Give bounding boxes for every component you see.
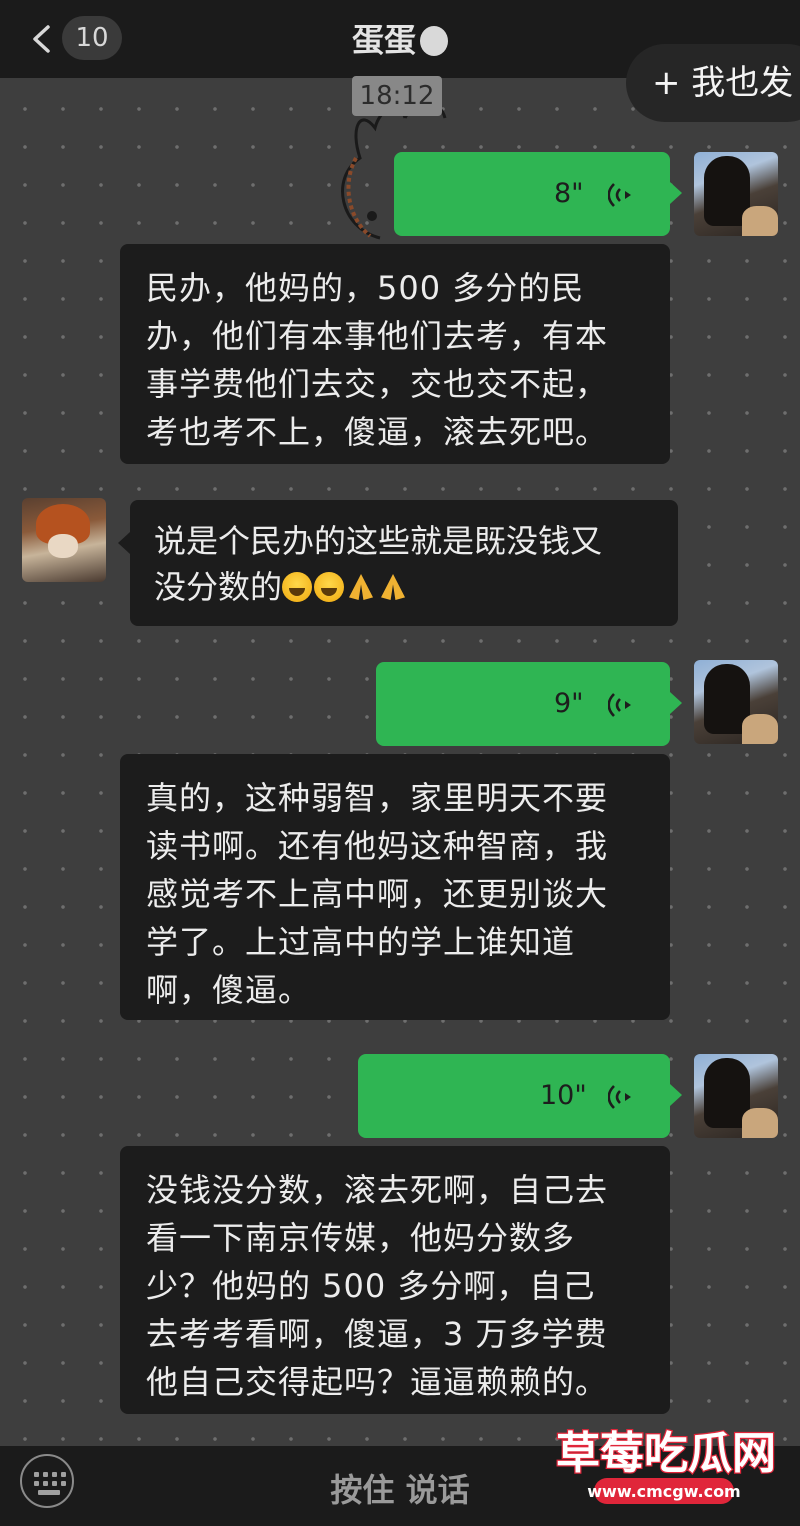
watermark-title: 草莓吃瓜网 — [556, 1428, 776, 1479]
message-text-line: 说是个民办的这些就是既没钱又 — [154, 522, 603, 560]
voice-duration: 10" — [540, 1080, 587, 1111]
my-avatar[interactable] — [694, 1054, 778, 1138]
message-timestamp: 18:12 — [352, 76, 442, 116]
contact-name: 蛋蛋 — [351, 21, 416, 59]
more-options-icon[interactable] — [724, 36, 764, 51]
voice-wave-icon — [608, 1085, 631, 1109]
voice-duration: 8" — [554, 178, 584, 209]
loudly-crying-face-icon — [282, 572, 313, 602]
voice-message-bubble[interactable]: 8" — [394, 152, 682, 236]
message-text-line: 没分数的 — [154, 564, 658, 610]
voice-wave-icon — [608, 693, 631, 717]
folded-hands-icon — [378, 572, 408, 602]
watermark-url: www.cmcgw.com — [587, 1482, 740, 1501]
message-text-line-2: 没分数的 — [154, 568, 283, 606]
voice-message-bubble[interactable]: 9" — [376, 662, 682, 746]
received-message-bubble[interactable]: 说是个民办的这些就是既没钱又 没分数的 — [118, 500, 678, 626]
site-watermark-logo: 草莓吃瓜网 www.cmcgw.com — [555, 1427, 777, 1504]
my-avatar[interactable] — [694, 660, 778, 744]
voice-wave-icon — [608, 183, 631, 207]
contact-avatar[interactable] — [22, 498, 106, 582]
status-dot-icon — [420, 26, 448, 56]
voice-transcript-bubble: 真的，这种弱智，家里明天不要 读书啊。还有他妈这种智商，我 感觉考不上高中啊，还… — [120, 754, 670, 1020]
voice-transcript-bubble: 没钱没分数，滚去死啊，自己去 看一下南京传媒，他妈分数多 少？他妈的 500 多… — [120, 1146, 670, 1414]
loudly-crying-face-icon — [314, 572, 345, 602]
voice-duration: 9" — [554, 688, 584, 719]
voice-message-bubble[interactable]: 10" — [358, 1054, 682, 1138]
voice-transcript-bubble: 民办，他妈的，500 多分的民 办，他们有本事他们去考，有本 事学费他们去交，交… — [120, 244, 670, 464]
my-avatar[interactable] — [694, 152, 778, 236]
folded-hands-icon — [346, 572, 376, 602]
me-too-post-button[interactable]: + 我也发 — [626, 44, 800, 122]
